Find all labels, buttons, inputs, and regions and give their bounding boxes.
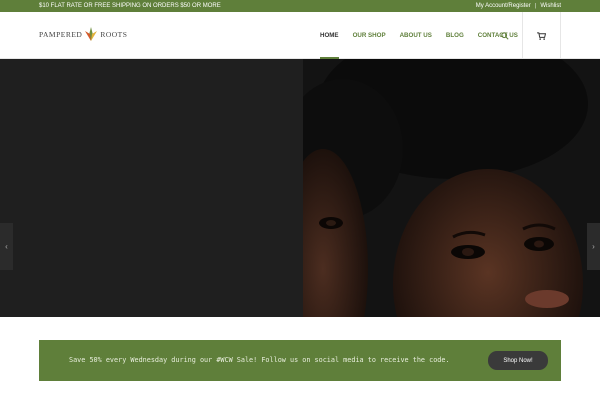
site-logo[interactable]: PAMPERED ROOTS [39, 26, 127, 42]
cart-icon[interactable] [537, 32, 546, 40]
two-women-portrait [303, 59, 600, 317]
slider-prev-button[interactable]: ‹ [0, 223, 13, 270]
nav-item-about-us[interactable]: ABOUT US [400, 12, 432, 59]
account-links: My Account/Register | Wishlist [476, 3, 561, 9]
hero-slider: ‹ › [0, 59, 600, 317]
shipping-promo-text: $10 FLAT RATE OR FREE SHIPPING ON ORDERS… [39, 3, 221, 9]
nav-item-home[interactable]: HOME [320, 12, 339, 59]
nav-item-our-shop[interactable]: OUR SHOP [353, 12, 386, 59]
promo-banner: Save 50% every Wednesday during our #WCW… [39, 340, 561, 381]
my-account-link[interactable]: My Account/Register [476, 3, 531, 9]
leaf-logo-icon [85, 27, 98, 41]
chevron-left-icon: ‹ [5, 242, 8, 251]
logo-text-pampered: PAMPERED [39, 29, 83, 39]
slider-next-button[interactable]: › [587, 223, 600, 270]
top-announcement-bar: $10 FLAT RATE OR FREE SHIPPING ON ORDERS… [0, 0, 600, 12]
shop-now-button[interactable]: Shop Now! [488, 351, 548, 370]
nav-item-contact-us[interactable]: CONTACT US [478, 12, 518, 59]
wishlist-link[interactable]: Wishlist [540, 3, 561, 9]
hero-portrait-image [303, 59, 600, 317]
header-divider [560, 12, 561, 59]
link-separator: | [534, 3, 537, 9]
logo-text-roots: ROOTS [100, 29, 128, 39]
site-header: PAMPERED ROOTS HOME OUR SHOP ABOUT US BL… [0, 12, 600, 59]
header-divider [522, 12, 523, 59]
search-icon[interactable] [501, 32, 509, 40]
nav-item-blog[interactable]: BLOG [446, 12, 464, 59]
chevron-right-icon: › [592, 242, 595, 251]
promo-banner-text: Save 50% every Wednesday during our #WCW… [69, 356, 450, 364]
